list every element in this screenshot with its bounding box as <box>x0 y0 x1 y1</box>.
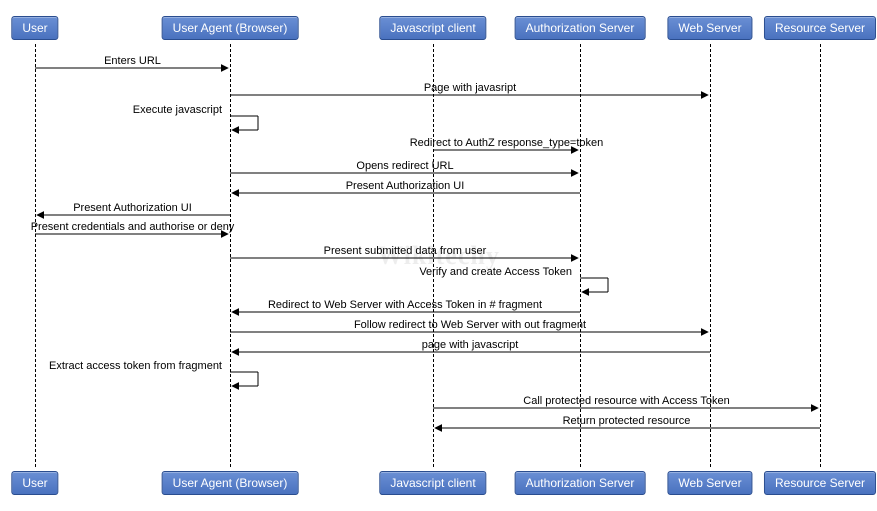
lifeline-agent <box>230 44 231 467</box>
message-1: Page with javasript <box>424 82 516 94</box>
message-6: Present Authorization UI <box>73 202 192 214</box>
message-14: Call protected resource with Access Toke… <box>523 395 729 407</box>
participant-web-bottom: Web Server <box>667 471 752 495</box>
participant-user-bottom: User <box>11 471 58 495</box>
lifeline-res <box>820 44 821 467</box>
message-8: Present submitted data from user <box>324 245 487 257</box>
participant-res-top: Resource Server <box>764 16 876 40</box>
participant-agent-top: User Agent (Browser) <box>162 16 299 40</box>
message-13: Extract access token from fragment <box>49 360 222 372</box>
participant-authz-top: Authorization Server <box>515 16 646 40</box>
message-12: page with javascript <box>422 339 519 351</box>
message-3: Redirect to AuthZ response_type=token <box>410 137 604 149</box>
message-11: Follow redirect to Web Server with out f… <box>354 319 586 331</box>
message-2: Execute javascript <box>133 104 222 116</box>
message-10: Redirect to Web Server with Access Token… <box>268 299 542 311</box>
participant-res-bottom: Resource Server <box>764 471 876 495</box>
message-7: Present credentials and authorise or den… <box>31 221 235 233</box>
message-15: Return protected resource <box>563 415 691 427</box>
participant-web-top: Web Server <box>667 16 752 40</box>
participant-jsclient-top: Javascript client <box>379 16 486 40</box>
message-4: Opens redirect URL <box>356 160 453 172</box>
sequence-diagram: Wikitechy UserUserUser Agent (Browser)Us… <box>0 0 877 511</box>
participant-user-top: User <box>11 16 58 40</box>
message-9: Verify and create Access Token <box>419 266 572 278</box>
participant-authz-bottom: Authorization Server <box>515 471 646 495</box>
lifeline-user <box>35 44 36 467</box>
message-0: Enters URL <box>104 55 161 67</box>
message-5: Present Authorization UI <box>346 180 465 192</box>
participant-agent-bottom: User Agent (Browser) <box>162 471 299 495</box>
participant-jsclient-bottom: Javascript client <box>379 471 486 495</box>
